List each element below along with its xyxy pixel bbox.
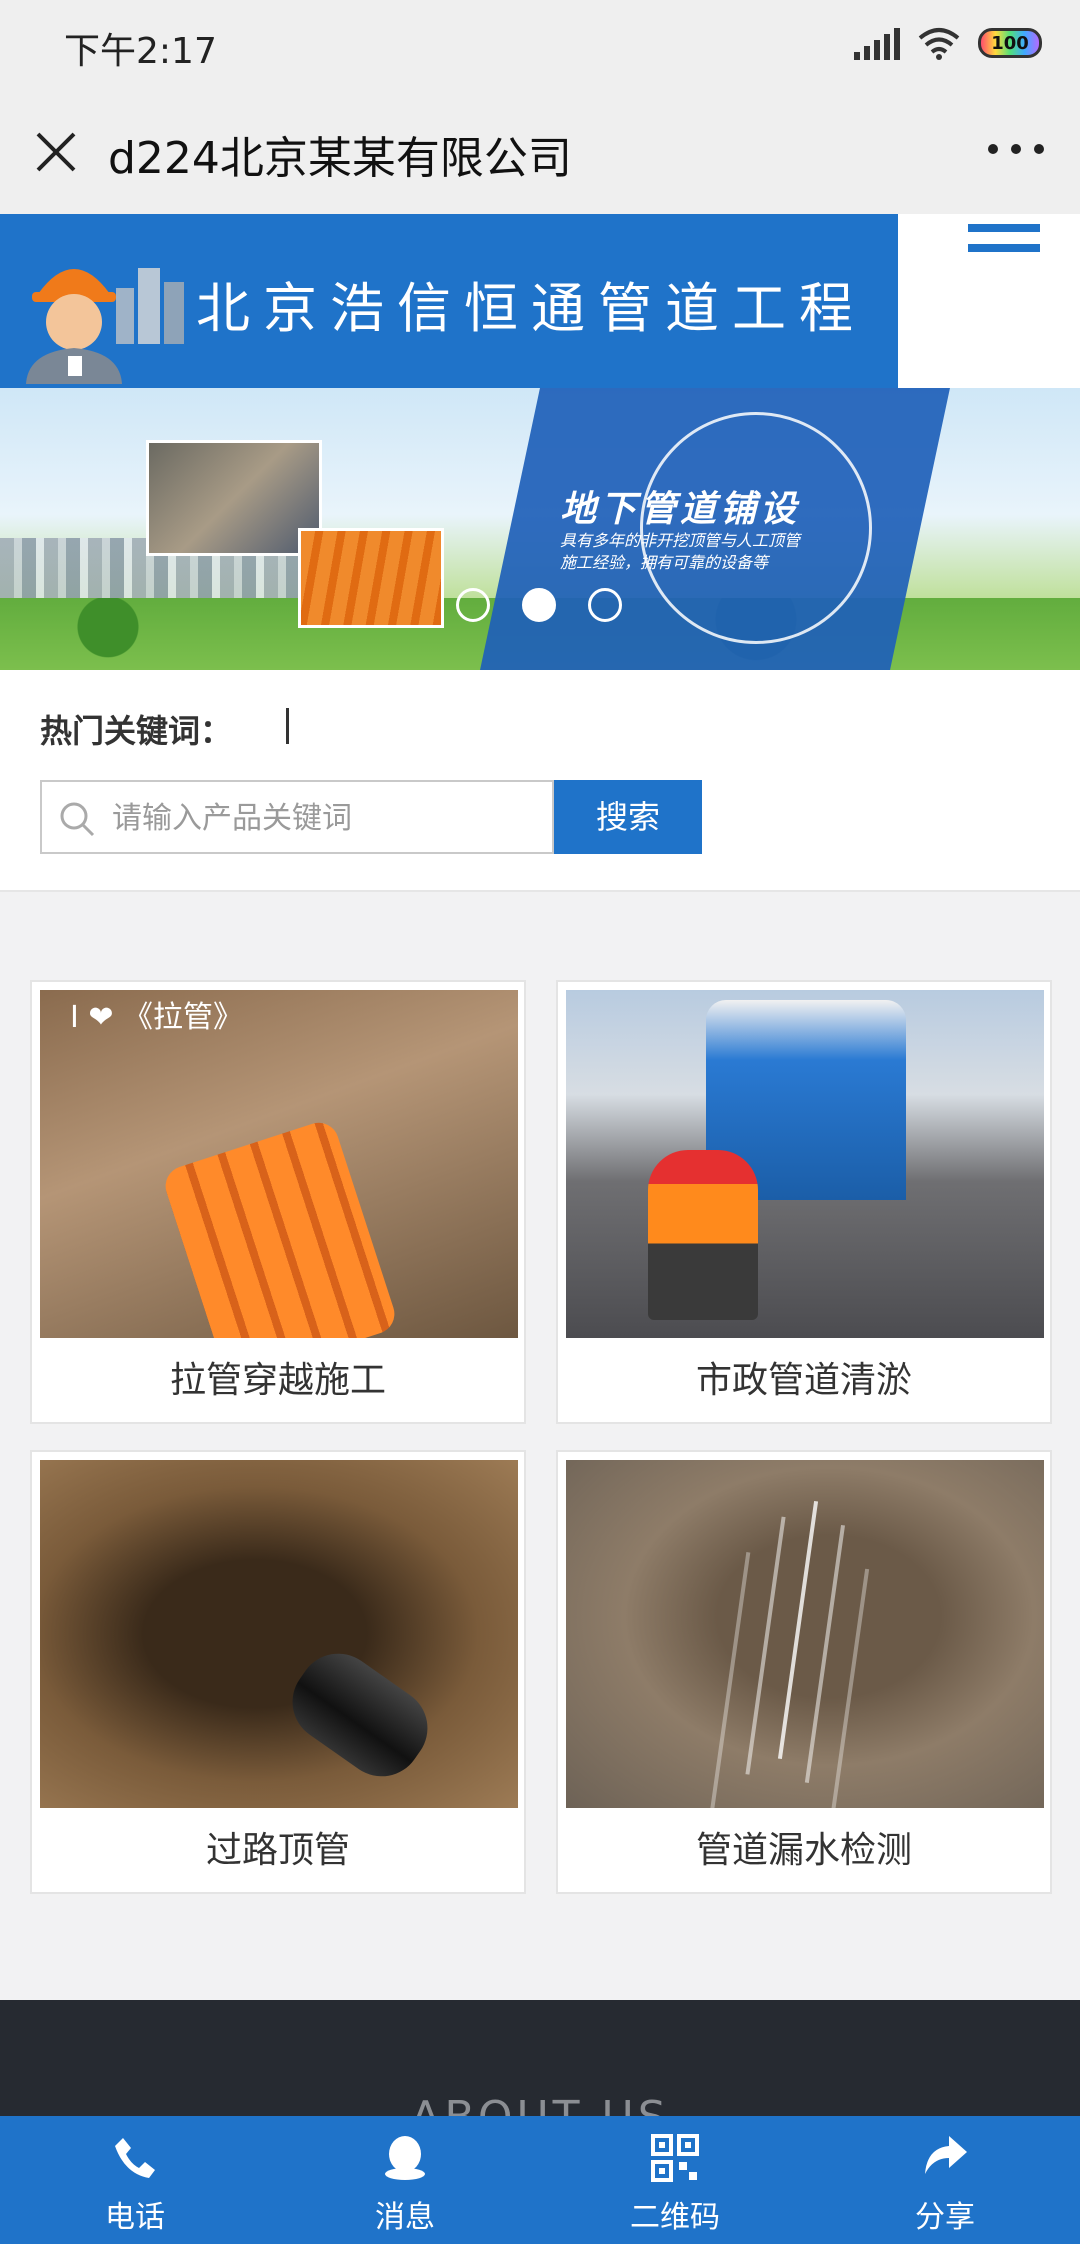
battery-icon: 100 bbox=[978, 28, 1042, 58]
search-icon bbox=[60, 802, 95, 837]
banner-photo-pipes bbox=[298, 528, 444, 628]
product-card[interactable]: 市政管道清淤 bbox=[556, 980, 1052, 1424]
search-box[interactable] bbox=[40, 780, 554, 854]
carousel-dot[interactable] bbox=[456, 588, 490, 622]
product-title[interactable]: 过路顶管 bbox=[32, 1808, 524, 1894]
nav-bar: d224北京某某有限公司 bbox=[0, 92, 1080, 214]
product-title[interactable]: 拉管穿越施工 bbox=[32, 1338, 524, 1424]
banner-photo-site bbox=[146, 440, 322, 556]
tab-label: 分享 bbox=[915, 2200, 975, 2235]
tab-label: 二维码 bbox=[630, 2200, 720, 2235]
phone-icon bbox=[115, 2138, 155, 2178]
tab-label: 电话 bbox=[105, 2200, 165, 2235]
search-section: 热门关键词： 搜索 bbox=[0, 670, 1080, 892]
tab-label: 消息 bbox=[375, 2200, 435, 2235]
banner-subtitle: 具有多年的非开挖顶管与人工顶管 施工经验，拥有可靠的设备等 bbox=[560, 530, 800, 574]
banner-subtitle-line1: 具有多年的非开挖顶管与人工顶管 bbox=[560, 531, 801, 550]
carousel-dot[interactable] bbox=[588, 588, 622, 622]
share-icon bbox=[925, 2136, 967, 2174]
page-title: d224北京某某有限公司 bbox=[108, 133, 572, 184]
water-spray bbox=[777, 1500, 819, 1760]
menu-icon[interactable] bbox=[968, 224, 1040, 264]
wifi-icon bbox=[918, 28, 960, 60]
product-card[interactable]: 管道漏水检测 bbox=[556, 1450, 1052, 1894]
tab-share[interactable]: 分享 bbox=[810, 2116, 1080, 2244]
product-image: I ❤ 《拉管》 bbox=[40, 990, 518, 1338]
brand-bar[interactable]: 北京浩信恒通管道工程 bbox=[0, 214, 898, 388]
product-card[interactable]: I ❤ 《拉管》 拉管穿越施工 bbox=[30, 980, 526, 1424]
product-image bbox=[40, 1460, 518, 1808]
status-icons: 100 bbox=[854, 26, 1042, 60]
tab-qrcode[interactable]: 二维码 bbox=[540, 2116, 810, 2244]
signal-icon bbox=[854, 26, 900, 60]
more-icon[interactable] bbox=[988, 144, 1044, 158]
product-title[interactable]: 市政管道清淤 bbox=[558, 1338, 1050, 1424]
black-pipe bbox=[276, 1637, 444, 1793]
qrcode-icon bbox=[651, 2134, 699, 2182]
about-section: ABOUT US bbox=[0, 2000, 1080, 2143]
search-input[interactable] bbox=[112, 792, 532, 844]
product-image bbox=[566, 990, 1044, 1338]
site-header: 北京浩信恒通管道工程 bbox=[0, 214, 1080, 388]
bottom-tab-bar: 电话 消息 二维码 分享 bbox=[0, 2116, 1080, 2244]
product-image bbox=[566, 1460, 1044, 1808]
battery-level: 100 bbox=[991, 32, 1029, 54]
hot-keywords-divider bbox=[286, 708, 289, 744]
status-bar: 下午2:17 100 bbox=[0, 0, 1080, 92]
banner-subtitle-line2: 施工经验，拥有可靠的设备等 bbox=[560, 553, 769, 572]
hot-keywords-label: 热门关键词： bbox=[40, 712, 233, 750]
search-button[interactable]: 搜索 bbox=[554, 780, 702, 854]
brand-name: 北京浩信恒通管道工程 bbox=[196, 277, 866, 340]
chat-icon bbox=[385, 2136, 425, 2180]
banner-carousel[interactable]: 地下管道铺设 具有多年的非开挖顶管与人工顶管 施工经验，拥有可靠的设备等 bbox=[0, 388, 1080, 670]
product-card[interactable]: 过路顶管 bbox=[30, 1450, 526, 1894]
carousel-dot-active[interactable] bbox=[522, 588, 556, 622]
close-icon[interactable] bbox=[34, 130, 78, 174]
worker-figure bbox=[648, 1150, 758, 1320]
orange-pipes bbox=[160, 1117, 400, 1338]
tab-message[interactable]: 消息 bbox=[270, 2116, 540, 2244]
product-grid: I ❤ 《拉管》 拉管穿越施工 市政管道清淤 过路顶管 管道漏水检测 bbox=[0, 892, 1080, 2000]
status-time: 下午2:17 bbox=[64, 31, 217, 72]
product-image-tag: I ❤ 《拉管》 bbox=[70, 1000, 244, 1035]
carousel-dots bbox=[456, 588, 622, 622]
buildings-icon bbox=[116, 268, 184, 344]
tab-phone[interactable]: 电话 bbox=[0, 2116, 270, 2244]
product-title[interactable]: 管道漏水检测 bbox=[558, 1808, 1050, 1894]
banner-title: 地下管道铺设 bbox=[560, 489, 801, 530]
